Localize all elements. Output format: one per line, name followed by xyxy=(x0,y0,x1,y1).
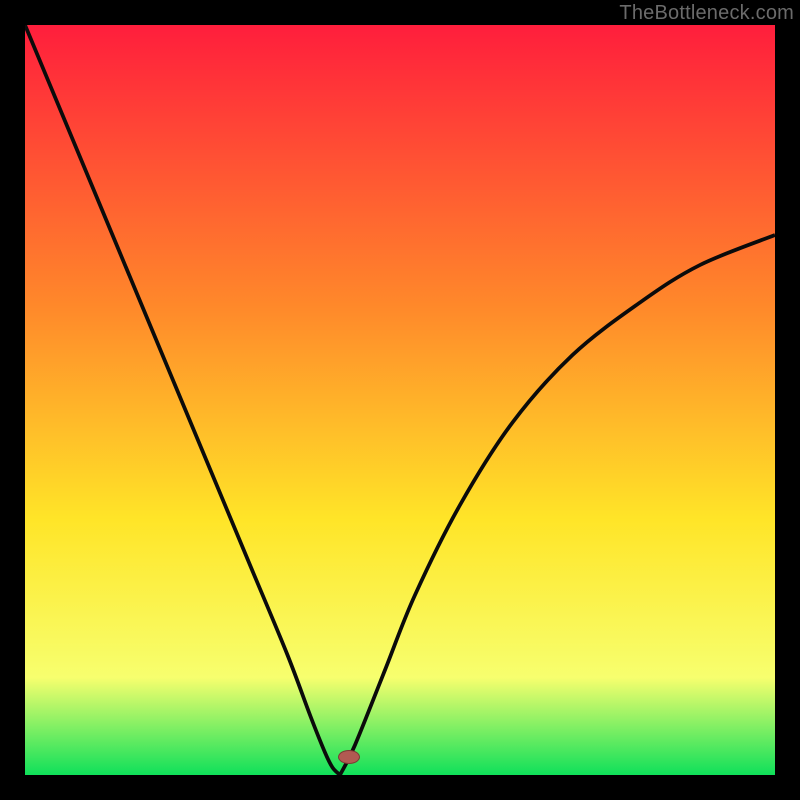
chart-container: TheBottleneck.com xyxy=(0,0,800,800)
plot-area xyxy=(25,25,775,775)
bottleneck-curve xyxy=(25,25,775,775)
curve-path-right xyxy=(340,235,775,775)
curve-path-left xyxy=(25,25,340,775)
watermark-label: TheBottleneck.com xyxy=(619,2,794,25)
bottleneck-marker xyxy=(338,750,360,764)
